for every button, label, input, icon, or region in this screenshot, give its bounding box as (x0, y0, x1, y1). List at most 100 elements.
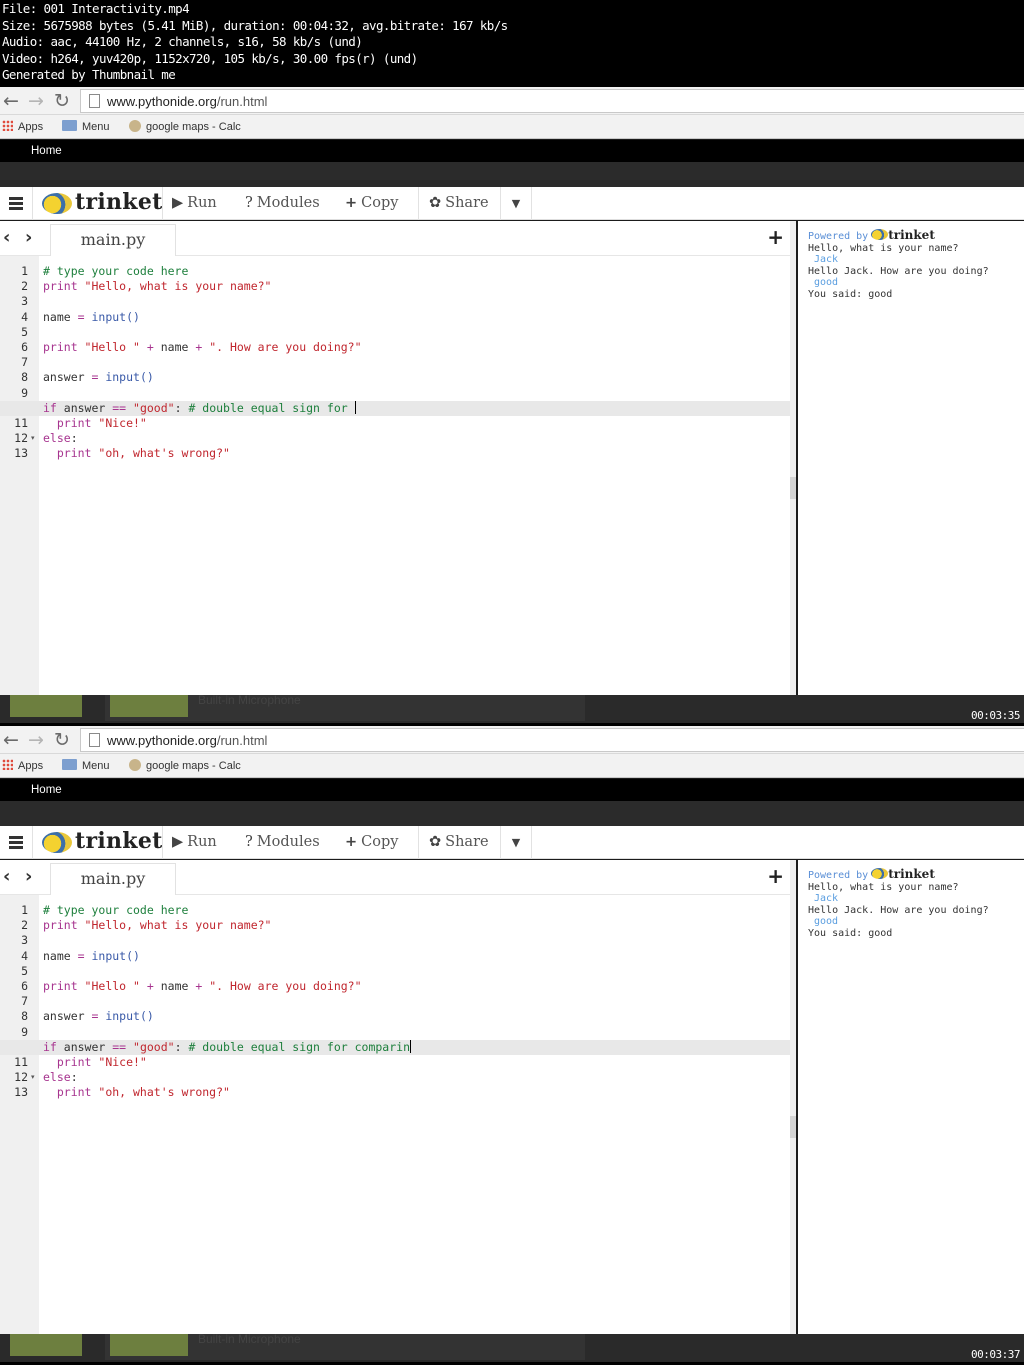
home-link[interactable]: Home (31, 145, 62, 157)
line-number: 6 (21, 979, 28, 993)
forward-arrow-icon[interactable]: → (25, 90, 47, 112)
output-console: Powered by trinket Hello, what is your na… (798, 221, 1024, 695)
scrollbar-grip[interactable] (790, 1116, 796, 1138)
header-band (0, 162, 1024, 187)
code-token: name (160, 340, 189, 354)
code-token: answer (56, 1039, 113, 1054)
code-token: + (139, 340, 161, 354)
line-number: 8 (21, 370, 28, 385)
line-number: 2 (21, 279, 28, 294)
apps-grid-icon (2, 759, 13, 770)
chevron-left-icon[interactable]: ‹ (3, 227, 10, 248)
chevron-right-icon[interactable]: › (25, 227, 32, 248)
share-dropdown-chevron-down-icon[interactable]: ▼ (500, 187, 532, 220)
fold-toggle-icon[interactable]: ▾ (31, 431, 35, 446)
code-token: print (43, 918, 78, 933)
powered-by-line: Powered by trinket (808, 868, 1024, 882)
share-button[interactable]: ✿ Share (418, 187, 500, 220)
bookmark-google-maps[interactable]: google maps - Calc (129, 759, 241, 772)
bookmark-menu[interactable]: Menu (62, 759, 110, 772)
metadata-line: Generated by Thumbnail me (2, 67, 176, 82)
code-token: input() (98, 1009, 154, 1024)
back-arrow-icon[interactable]: ← (0, 729, 22, 751)
address-bar[interactable]: www.pythonide.org/run.html (80, 89, 1024, 113)
page-icon (89, 733, 100, 747)
code-token: = (77, 948, 85, 963)
back-arrow-icon[interactable]: ← (0, 90, 22, 112)
home-link[interactable]: Home (31, 784, 62, 796)
address-bar[interactable]: www.pythonide.org/run.html (80, 728, 1024, 752)
dock-tile (110, 695, 188, 717)
dock-tile (10, 695, 82, 717)
code-token: "good" (126, 1039, 175, 1054)
reload-icon[interactable]: ↻ (51, 90, 73, 112)
url-text: www.pythonide.org/run.html (107, 733, 267, 748)
forward-arrow-icon[interactable]: → (25, 729, 47, 751)
code-token: "Hello " (77, 340, 140, 354)
hamburger-menu-icon[interactable] (0, 187, 33, 220)
line-number: 5 (21, 963, 28, 978)
code-editor[interactable]: # type your code here print "Hello, what … (0, 256, 790, 695)
trinket-mini-logo-icon (871, 229, 889, 240)
modules-button[interactable]: ? Modules (234, 826, 327, 859)
powered-by-label: Powered by (808, 231, 869, 242)
powered-by-label: Powered by (808, 870, 869, 881)
line-number: 3 (21, 933, 28, 948)
background-dock-strip: Built-in Microphone (0, 693, 1024, 723)
add-file-plus-icon[interactable]: + (767, 864, 784, 888)
trinket-mini-logo-icon (871, 868, 889, 879)
scrollbar-grip[interactable] (790, 477, 796, 499)
editor-scrollbar[interactable] (790, 221, 796, 695)
modules-button[interactable]: ? Modules (234, 187, 327, 220)
code-token: answer (56, 400, 113, 415)
file-tab-main-py[interactable]: main.py (50, 863, 176, 895)
metadata-line: File: 001 Interactivity.mp4 (2, 1, 190, 16)
text-cursor (410, 1039, 411, 1053)
file-tab-bar: ‹ › main.py + (0, 860, 796, 895)
run-button[interactable]: ▶ Run (162, 826, 229, 859)
code-token: print (43, 1055, 92, 1069)
line-number: 8 (21, 1009, 28, 1024)
bookmark-apps[interactable]: Apps (2, 759, 43, 772)
trinket-logo-icon (42, 193, 72, 214)
code-token: print (43, 1085, 92, 1100)
code-token: + (188, 979, 210, 993)
dock-tile (10, 1334, 82, 1356)
code-token: "oh, what's wrong?" (91, 446, 230, 461)
copy-button[interactable]: + Copy (334, 187, 413, 220)
code-token: print (43, 979, 78, 993)
output-line: You said: good (808, 288, 893, 300)
bookmark-menu[interactable]: Menu (62, 120, 110, 133)
line-number: 6 (21, 340, 28, 354)
dock-tile (110, 1334, 188, 1356)
brand-name: trinket (75, 828, 163, 854)
share-dropdown-chevron-down-icon[interactable]: ▼ (500, 826, 532, 859)
bookmark-google-maps[interactable]: google maps - Calc (129, 120, 241, 133)
fold-toggle-icon[interactable]: ▾ (31, 1070, 35, 1085)
hamburger-menu-icon[interactable] (0, 826, 33, 859)
line-number: 9 (21, 1024, 28, 1039)
reload-icon[interactable]: ↻ (51, 729, 73, 751)
code-line: print "oh, what's wrong?" (43, 1085, 230, 1100)
editor-scrollbar[interactable] (790, 860, 796, 1334)
code-editor[interactable]: # type your code here print "Hello, what … (0, 895, 790, 1334)
run-label: Run (187, 834, 217, 850)
chevron-left-icon[interactable]: ‹ (3, 866, 10, 887)
code-token: name (43, 309, 78, 324)
copy-label: Copy (361, 834, 399, 850)
code-token: # type your code here (43, 264, 189, 278)
file-tab-main-py[interactable]: main.py (50, 224, 176, 256)
header-band (0, 801, 1024, 826)
share-button[interactable]: ✿ Share (418, 826, 500, 859)
play-icon: ▶ (172, 195, 184, 211)
share-label: Share (445, 195, 489, 211)
line-number: 5 (21, 324, 28, 339)
code-line: name = input() (43, 949, 140, 964)
add-file-plus-icon[interactable]: + (767, 225, 784, 249)
run-button[interactable]: ▶ Run (162, 187, 229, 220)
chevron-right-icon[interactable]: › (25, 866, 32, 887)
bookmark-apps[interactable]: Apps (2, 120, 43, 133)
line-number: 7 (21, 994, 28, 1009)
copy-button[interactable]: + Copy (334, 826, 413, 859)
output-line: Hello Jack. How are you doing? (808, 265, 989, 277)
